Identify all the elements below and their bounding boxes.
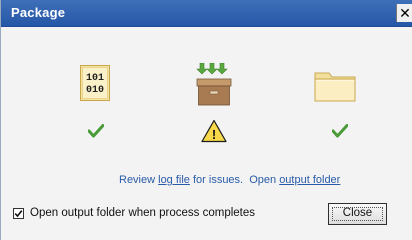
package-dialog: Package ✕ 101 010 ! Review log file for … [0,0,412,240]
open-output-checkbox[interactable] [13,207,24,219]
warning-icon: ! [201,119,227,148]
binary-file-icon: 101 010 [80,65,110,106]
warning-glyph: ! [212,127,216,142]
close-button[interactable]: Close [328,203,387,225]
success-check-icon [331,124,349,143]
title-bar[interactable]: Package ✕ [1,0,412,27]
close-window-icon[interactable]: ✕ [396,4,412,22]
open-output-option[interactable]: Open output folder when process complete… [13,207,255,219]
open-output-label: Open output folder when process complete… [30,207,256,219]
review-suffix: for issues. Open [189,174,280,186]
package-box-icon [194,62,234,112]
window-title: Package [11,5,66,20]
binary-text-top: 101 [86,73,104,84]
binary-text-bottom: 010 [86,85,104,96]
review-prefix: Review [119,174,159,186]
output-folder-link[interactable]: output folder [279,174,340,186]
success-check-icon [87,124,105,143]
review-links-line: Review log file for issues. Open output … [119,174,340,186]
folder-icon [314,68,356,107]
log-file-link[interactable]: log file [158,174,190,186]
